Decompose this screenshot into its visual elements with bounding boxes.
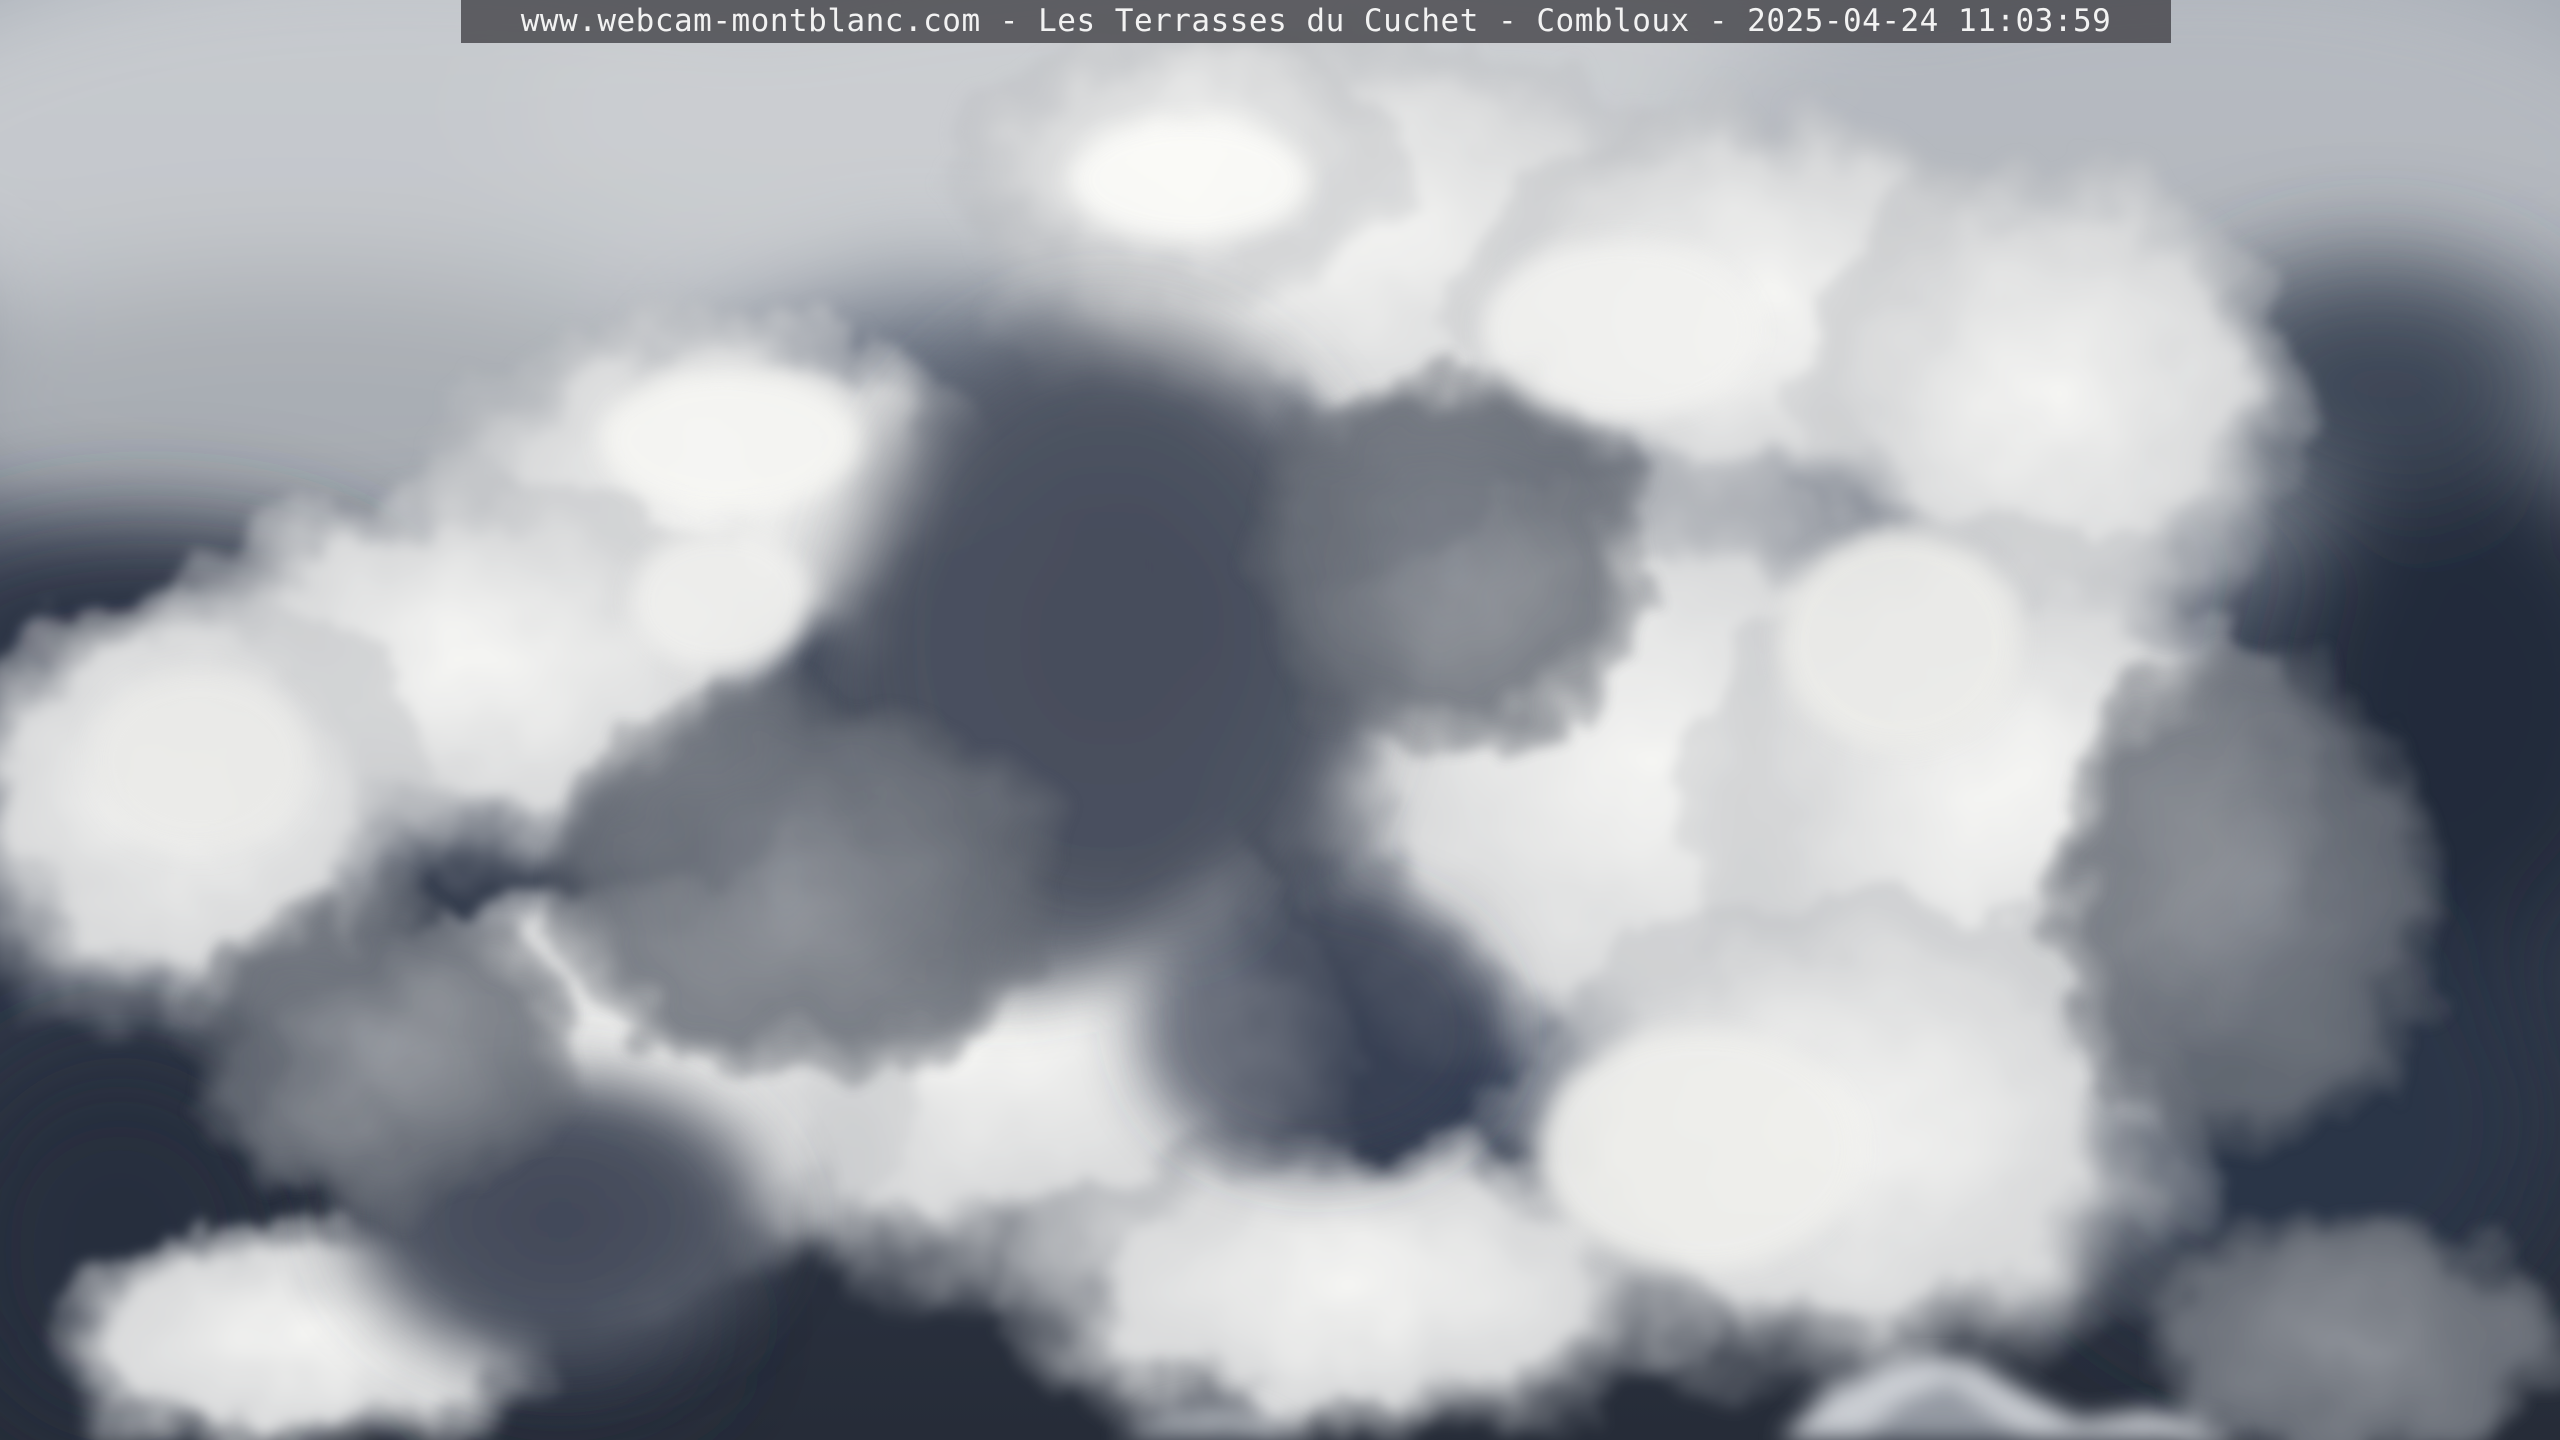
webcam-frame: www.webcam-montblanc.com - Les Terrasses… [0,0,2560,1440]
webcam-caption-bar: www.webcam-montblanc.com - Les Terrasses… [461,0,2171,43]
sky-cloud-photo [0,0,2560,1440]
webcam-caption-text: www.webcam-montblanc.com - Les Terrasses… [520,3,2112,39]
